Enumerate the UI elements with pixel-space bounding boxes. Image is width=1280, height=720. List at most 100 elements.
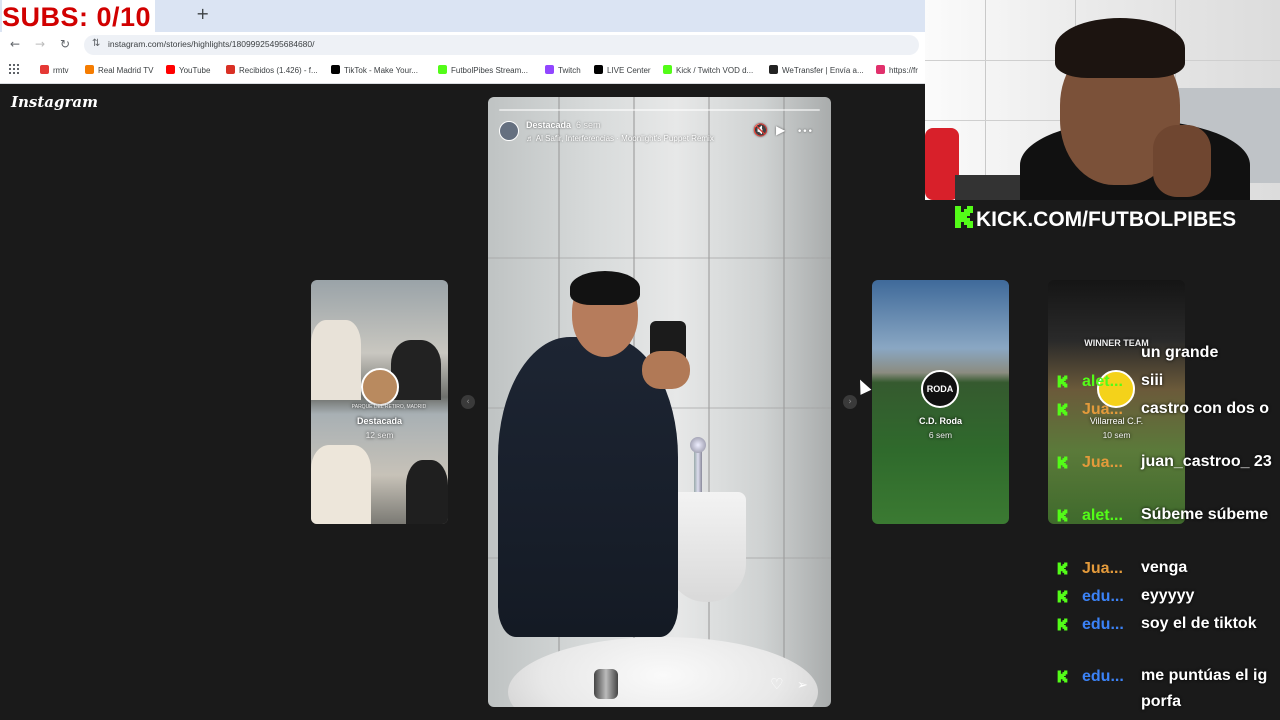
person-hair: [570, 271, 640, 305]
next-story-arrow[interactable]: ›: [843, 395, 857, 409]
back-icon[interactable]: ←: [10, 37, 20, 51]
bookmark-label: WeTransfer | Envía a...: [782, 66, 864, 75]
kick-badge-icon: [1057, 403, 1068, 416]
webcam-red-object: [925, 128, 959, 200]
url-text[interactable]: instagram.com/stories/highlights/1809992…: [108, 39, 315, 49]
chat-text: eyyyyy: [1141, 587, 1195, 604]
instagram-logo[interactable]: Instagram: [11, 93, 98, 111]
bookmark-label: TikTok - Make Your...: [344, 66, 418, 75]
bookmark-label: LIVE Center: [607, 66, 651, 75]
bookmark-item[interactable]: FutbolPibes Stream...: [438, 65, 528, 77]
bookmark-favicon-icon: [545, 65, 554, 74]
bookmark-favicon-icon: [594, 65, 603, 74]
bookmark-item[interactable]: TikTok - Make Your...: [331, 65, 418, 77]
bookmark-favicon-icon: [331, 65, 340, 74]
share-icon[interactable]: ➢: [797, 678, 808, 693]
tile-line: [985, 0, 986, 200]
chat-username[interactable]: Jua...: [1082, 401, 1123, 419]
story-music[interactable]: ♬ Al Safir, Interferencias · Moonlight's…: [526, 134, 714, 143]
forward-icon[interactable]: →: [35, 37, 45, 51]
site-info-icon[interactable]: ⇅: [92, 38, 100, 49]
kick-url-banner: KICK.COM/FUTBOLPIBES: [954, 205, 1236, 233]
story-avatar[interactable]: [499, 121, 519, 141]
story-viewer[interactable]: Destacada 6 sem ♬ Al Safir, Interferenci…: [488, 97, 831, 707]
highlight-thumbnail-left[interactable]: PARQUE DEL RETIRO, MADRID Destacada 12 s…: [311, 280, 448, 524]
chat-username[interactable]: edu...: [1082, 668, 1124, 686]
like-icon[interactable]: ♡: [770, 675, 783, 693]
bookmark-item[interactable]: WeTransfer | Envía a...: [769, 65, 864, 77]
bookmark-label: FutbolPibes Stream...: [451, 66, 528, 75]
bookmark-favicon-icon: [85, 65, 94, 74]
story-progress-bar: [499, 109, 820, 111]
location-caption: PARQUE DEL RETIRO, MADRID: [351, 404, 427, 410]
kick-badge-icon: [1057, 456, 1068, 469]
story-time: 6 sem: [576, 120, 601, 130]
apps-grid-icon[interactable]: [9, 64, 19, 74]
screen: { "overlay": {"subs_label": "SUBS: 0/10"…: [0, 0, 1280, 720]
reload-icon[interactable]: ↻: [60, 37, 70, 51]
bookmark-item[interactable]: YouTube: [166, 65, 210, 77]
highlight-thumbnail-roda[interactable]: RODA C.D. Roda 6 sem: [872, 280, 1009, 524]
chat-text: soy el de tiktok: [1141, 615, 1257, 632]
bookmark-label: Kick / Twitch VOD d...: [676, 66, 754, 75]
photo-person: [406, 460, 448, 524]
bookmark-item[interactable]: LIVE Center: [594, 65, 651, 77]
bookmark-favicon-icon: [876, 65, 885, 74]
highlight-avatar: [361, 368, 399, 406]
bookmark-item[interactable]: Kick / Twitch VOD d...: [663, 65, 753, 77]
previous-story-arrow[interactable]: ‹: [461, 395, 475, 409]
chat-username[interactable]: edu...: [1082, 616, 1124, 634]
tile-line: [783, 97, 785, 707]
play-icon[interactable]: ▶: [776, 123, 785, 137]
mute-icon[interactable]: 🔇: [753, 123, 768, 137]
chat-text: castro con dos o: [1141, 400, 1270, 417]
kick-badge-icon: [1057, 509, 1068, 522]
bookmark-favicon-icon: [769, 65, 778, 74]
bookmark-item[interactable]: Recibidos (1.426) - f...: [226, 65, 318, 77]
roda-badge: RODA: [921, 370, 959, 408]
bookmark-item[interactable]: Twitch: [545, 65, 581, 77]
address-bar[interactable]: ⇅ instagram.com/stories/highlights/18099…: [84, 35, 919, 55]
bookmark-item[interactable]: Real Madrid TV: [85, 65, 153, 77]
chat-text: juan_castroo_ 23: [1141, 453, 1272, 470]
new-tab-button[interactable]: +: [196, 4, 209, 23]
kick-badge-icon: [1057, 375, 1068, 388]
highlight-time: 12 sem: [365, 430, 394, 440]
bookmark-item[interactable]: https://fr: [876, 65, 918, 77]
bookmark-item[interactable]: rmtv: [40, 65, 69, 77]
kick-url-text: KICK.COM/FUTBOLPIBES: [976, 208, 1237, 231]
streamer-hand: [1153, 125, 1211, 197]
tile-line: [488, 257, 831, 259]
chat-text: venga: [1141, 559, 1188, 576]
chat-username[interactable]: edu...: [1082, 588, 1124, 606]
webcam-feed: [925, 0, 1280, 200]
kick-badge-icon: [1057, 670, 1068, 683]
highlight-title: Destacada: [356, 416, 403, 426]
kick-logo-icon: [955, 206, 973, 228]
bookmark-label: Real Madrid TV: [98, 66, 154, 75]
bookmark-label: Recibidos (1.426) - f...: [239, 66, 318, 75]
bookmark-label: Twitch: [558, 66, 581, 75]
bookmark-favicon-icon: [166, 65, 175, 74]
tile-line: [708, 97, 710, 707]
bookmark-favicon-icon: [438, 65, 447, 74]
bookmark-label: YouTube: [179, 66, 211, 75]
kick-badge-icon: [1057, 590, 1068, 603]
bookmark-label: https://fr: [889, 66, 918, 75]
streamer-hair: [1055, 18, 1185, 78]
photo-person: [311, 320, 361, 400]
chat-username[interactable]: alet...: [1082, 373, 1123, 391]
sink: [508, 637, 818, 707]
chat-text: un grande: [1141, 344, 1219, 361]
bookmark-label: rmtv: [53, 66, 69, 75]
chat-text: siii: [1141, 372, 1164, 389]
urinal-valve: [690, 437, 706, 453]
highlight-title: C.D. Roda: [918, 416, 962, 426]
story-username[interactable]: Destacada: [526, 120, 571, 130]
chat-username[interactable]: Jua...: [1082, 454, 1123, 472]
more-options-icon[interactable]: •••: [797, 127, 813, 137]
chat-username[interactable]: Jua...: [1082, 560, 1123, 578]
chat-username[interactable]: alet...: [1082, 507, 1123, 525]
chat-text: me puntúas el ig porfa: [1141, 667, 1268, 710]
address-row: ← → ↻ ⇅ instagram.com/stories/highlights…: [0, 32, 925, 57]
